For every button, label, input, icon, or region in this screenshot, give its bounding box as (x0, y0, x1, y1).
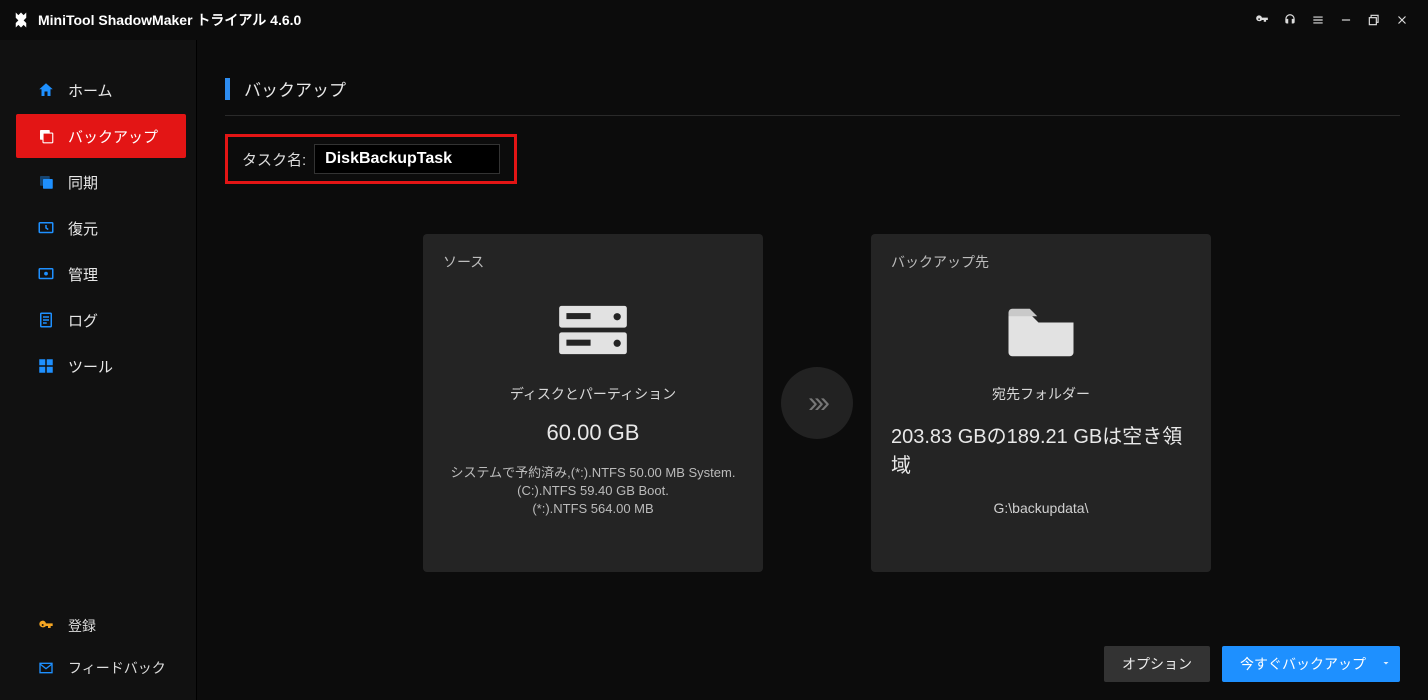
manage-icon (36, 264, 56, 284)
headset-icon[interactable] (1276, 6, 1304, 34)
sync-icon (36, 172, 56, 192)
titlebar: MiniTool ShadowMaker トライアル 4.6.0 (0, 0, 1428, 40)
backup-now-label: 今すぐバックアップ (1240, 654, 1366, 674)
app-title: MiniTool ShadowMaker トライアル 4.6.0 (38, 10, 301, 30)
footer-buttons: オプション 今すぐバックアップ (1104, 646, 1400, 682)
sidebar-item-label: 同期 (68, 172, 98, 193)
sidebar-item-label: 復元 (68, 218, 98, 239)
arrow-icon: ››› (781, 367, 853, 439)
sidebar-item-label: 登録 (68, 616, 96, 636)
chevron-down-icon (1380, 656, 1392, 672)
key-icon (36, 616, 56, 636)
cards-row: ソース ディスクとパーティション 60.00 GB システムで予約済み,(*:)… (225, 234, 1400, 572)
destination-path: G:\backupdata\ (994, 500, 1089, 516)
folder-icon (1001, 296, 1081, 364)
backup-icon (36, 126, 56, 146)
source-detail: システムで予約済み,(*:).NTFS 50.00 MB System. (C:… (451, 464, 736, 519)
menu-icon[interactable] (1304, 6, 1332, 34)
mail-icon (36, 658, 56, 678)
destination-subtitle: 宛先フォルダー (992, 384, 1090, 404)
sidebar-item-label: ホーム (68, 80, 113, 101)
sidebar-item-manage[interactable]: 管理 (16, 252, 186, 296)
app-logo-icon (12, 11, 30, 29)
sidebar-item-restore[interactable]: 復元 (16, 206, 186, 250)
disk-icon (553, 296, 633, 364)
sidebar-item-backup[interactable]: バックアップ (16, 114, 186, 158)
sidebar-item-tools[interactable]: ツール (16, 344, 186, 388)
task-name-label: タスク名: (242, 149, 306, 170)
sidebar-item-label: フィードバック (68, 658, 166, 678)
source-card[interactable]: ソース ディスクとパーティション 60.00 GB システムで予約済み,(*:)… (423, 234, 763, 572)
main-area: バックアップ タスク名: ソース (197, 40, 1428, 700)
source-subtitle: ディスクとパーティション (510, 384, 676, 404)
sidebar-item-label: ツール (68, 356, 113, 377)
page-title: バックアップ (244, 76, 346, 101)
options-button-label: オプション (1122, 654, 1192, 674)
restore-icon (36, 218, 56, 238)
sidebar-register[interactable]: 登録 (16, 606, 186, 646)
source-size: 60.00 GB (547, 420, 640, 446)
minimize-icon[interactable] (1332, 6, 1360, 34)
task-name-frame: タスク名: (225, 134, 517, 184)
sidebar-feedback[interactable]: フィードバック (16, 648, 186, 688)
maximize-icon[interactable] (1360, 6, 1388, 34)
backup-now-button[interactable]: 今すぐバックアップ (1222, 646, 1400, 682)
page-title-row: バックアップ (225, 76, 1400, 116)
page-title-accent (225, 78, 230, 100)
key-icon[interactable] (1248, 6, 1276, 34)
app-body: ホーム バックアップ 同期 復元 (0, 40, 1428, 700)
sidebar-item-log[interactable]: ログ (16, 298, 186, 342)
sidebar-item-label: 管理 (68, 264, 98, 285)
close-icon[interactable] (1388, 6, 1416, 34)
destination-card[interactable]: バックアップ先 宛先フォルダー 203.83 GBの189.21 GBは空き領域… (871, 234, 1211, 572)
tools-icon (36, 356, 56, 376)
destination-header: バックアップ先 (891, 252, 989, 272)
sidebar: ホーム バックアップ 同期 復元 (0, 40, 197, 700)
destination-summary: 203.83 GBの189.21 GBは空き領域 (891, 420, 1191, 478)
sidebar-item-home[interactable]: ホーム (16, 68, 186, 112)
source-header: ソース (443, 252, 484, 272)
options-button[interactable]: オプション (1104, 646, 1210, 682)
log-icon (36, 310, 56, 330)
sidebar-item-label: ログ (68, 310, 98, 331)
sidebar-item-sync[interactable]: 同期 (16, 160, 186, 204)
home-icon (36, 80, 56, 100)
task-name-input[interactable] (314, 144, 500, 174)
sidebar-item-label: バックアップ (68, 126, 158, 147)
